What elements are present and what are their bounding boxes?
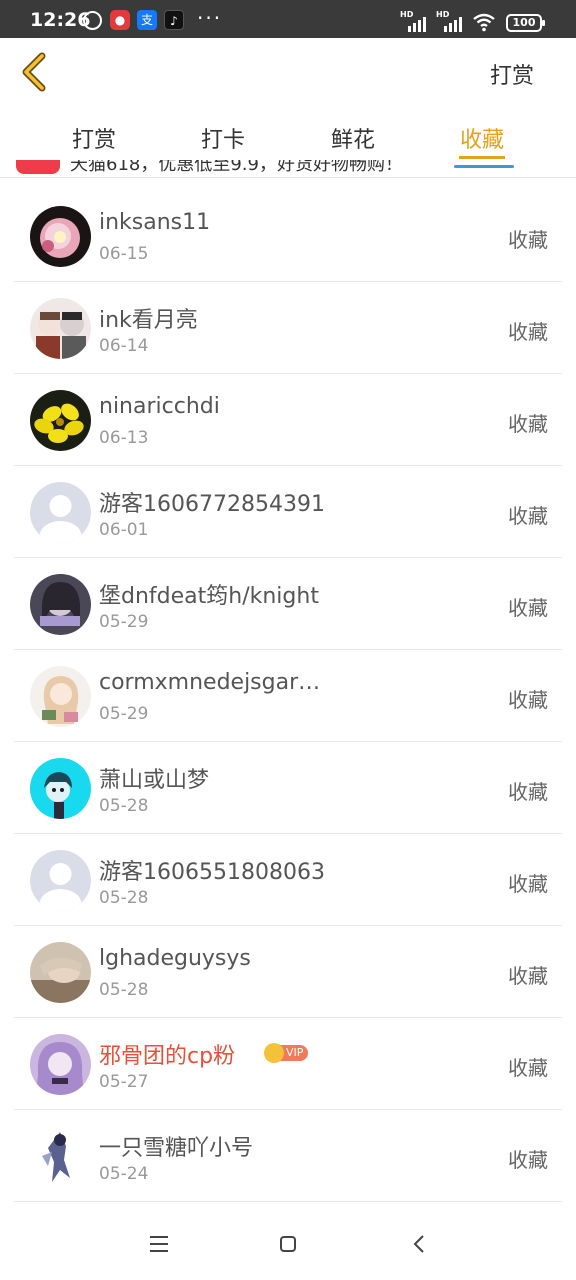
user-name: 萧山或山梦 [99,768,210,793]
list-item[interactable]: 邪骨团的cp粉 VIP 05-27 收藏 [14,1018,562,1110]
promo-text: 天猫618，优惠低至9.9，好货好物畅购！ [70,160,403,175]
active-tab-indicator [459,156,505,159]
avatar [30,942,91,1003]
vip-badge: VIP [264,1042,309,1063]
user-name: ink看月亮 [99,308,198,333]
tab-reward[interactable]: 打赏 [54,122,134,154]
action-label: 收藏 [508,780,548,804]
avatar [30,574,91,635]
avatar [30,1034,91,1095]
signal-icon-2: HD [436,10,462,32]
avatar [30,758,91,819]
action-label: 收藏 [508,1148,548,1172]
avatar [30,666,91,727]
battery-icon: 100 [506,14,545,32]
record-date: 05-24 [99,1164,149,1184]
list-item[interactable]: 堡dnfdeat筠h/knight 05-29 收藏 [14,558,562,650]
header: 打赏 [0,38,576,108]
action-label: 收藏 [508,228,548,252]
action-label: 收藏 [508,412,548,436]
record-date: 06-14 [99,336,149,356]
tiktok-icon: ♪ [164,10,184,30]
record-date: 05-28 [99,888,149,908]
action-label: 收藏 [508,1056,548,1080]
action-label: 收藏 [508,596,548,620]
list-item[interactable]: 萧山或山梦 05-28 收藏 [14,742,562,834]
record-date: 06-15 [99,244,149,264]
crown-icon [264,1042,284,1063]
music-app-icon: ● [110,10,130,30]
default-avatar-icon [30,850,91,911]
system-nav-bar [0,1212,576,1280]
menu-icon[interactable] [150,1236,168,1252]
action-label: 收藏 [508,504,548,528]
record-date: 05-29 [99,612,149,632]
list-item[interactable]: 游客1606551808063 05-28 收藏 [14,834,562,926]
record-date: 05-27 [99,1072,149,1092]
more-notifications-icon: ··· [197,6,223,30]
action-label: 收藏 [508,688,548,712]
avatar [30,390,91,451]
list-item[interactable]: 游客1606772854391 06-01 收藏 [14,466,562,558]
user-name: 游客1606772854391 [99,492,325,517]
user-name: cormxmnedejsgar… [99,670,321,695]
action-label: 收藏 [508,872,548,896]
list-item[interactable]: ninaricchdi 06-13 收藏 [14,374,562,466]
record-date: 05-28 [99,796,149,816]
list-item[interactable]: cormxmnedejsgar… 05-29 收藏 [14,650,562,742]
reward-button[interactable]: 打赏 [490,58,534,90]
user-name: 一只雪糖吖小号 [99,1136,254,1161]
chevron-left-icon[interactable] [18,52,54,92]
record-date: 05-29 [99,704,149,724]
promo-badge [16,160,60,174]
user-name: inksans11 [99,210,211,235]
home-square-icon[interactable] [280,1236,296,1252]
avatar [30,298,91,359]
alarm-icon [83,11,102,30]
tab-flowers[interactable]: 鲜花 [313,122,393,154]
action-label: 收藏 [508,964,548,988]
tab-checkin[interactable]: 打卡 [183,122,263,154]
default-avatar-icon [30,482,91,543]
list-item[interactable]: ink看月亮 06-14 收藏 [14,282,562,374]
signal-icon: HD [400,10,426,32]
user-name: 堡dnfdeat筠h/knight [99,584,319,609]
list-item[interactable]: 一只雪糖吖小号 05-24 收藏 [14,1110,562,1202]
tab-favorites[interactable]: 收藏 [442,122,522,154]
user-name: 邪骨团的cp粉 [99,1044,236,1069]
promo-notice[interactable]: 天猫618，优惠低至9.9，好货好物畅购！ [0,160,576,178]
active-tab-underline [454,165,514,168]
user-name: lghadeguysys [99,946,251,971]
avatar [30,206,91,267]
list-item[interactable]: lghadeguysys 05-28 收藏 [14,926,562,1018]
user-name: ninaricchdi [99,394,220,419]
alipay-icon: 支 [137,10,157,30]
record-date: 06-13 [99,428,149,448]
record-date: 06-01 [99,520,149,540]
record-date: 05-28 [99,980,149,1000]
back-triangle-icon[interactable] [412,1234,426,1254]
avatar [30,1126,91,1187]
user-name: 游客1606551808063 [99,860,325,885]
status-bar: 12:26 ● 支 ♪ ··· HD HD 100 [0,0,576,38]
list-item[interactable]: inksans11 06-15 收藏 [14,190,562,282]
action-label: 收藏 [508,320,548,344]
wifi-icon [473,13,495,32]
status-time: 12:26 [30,9,91,31]
